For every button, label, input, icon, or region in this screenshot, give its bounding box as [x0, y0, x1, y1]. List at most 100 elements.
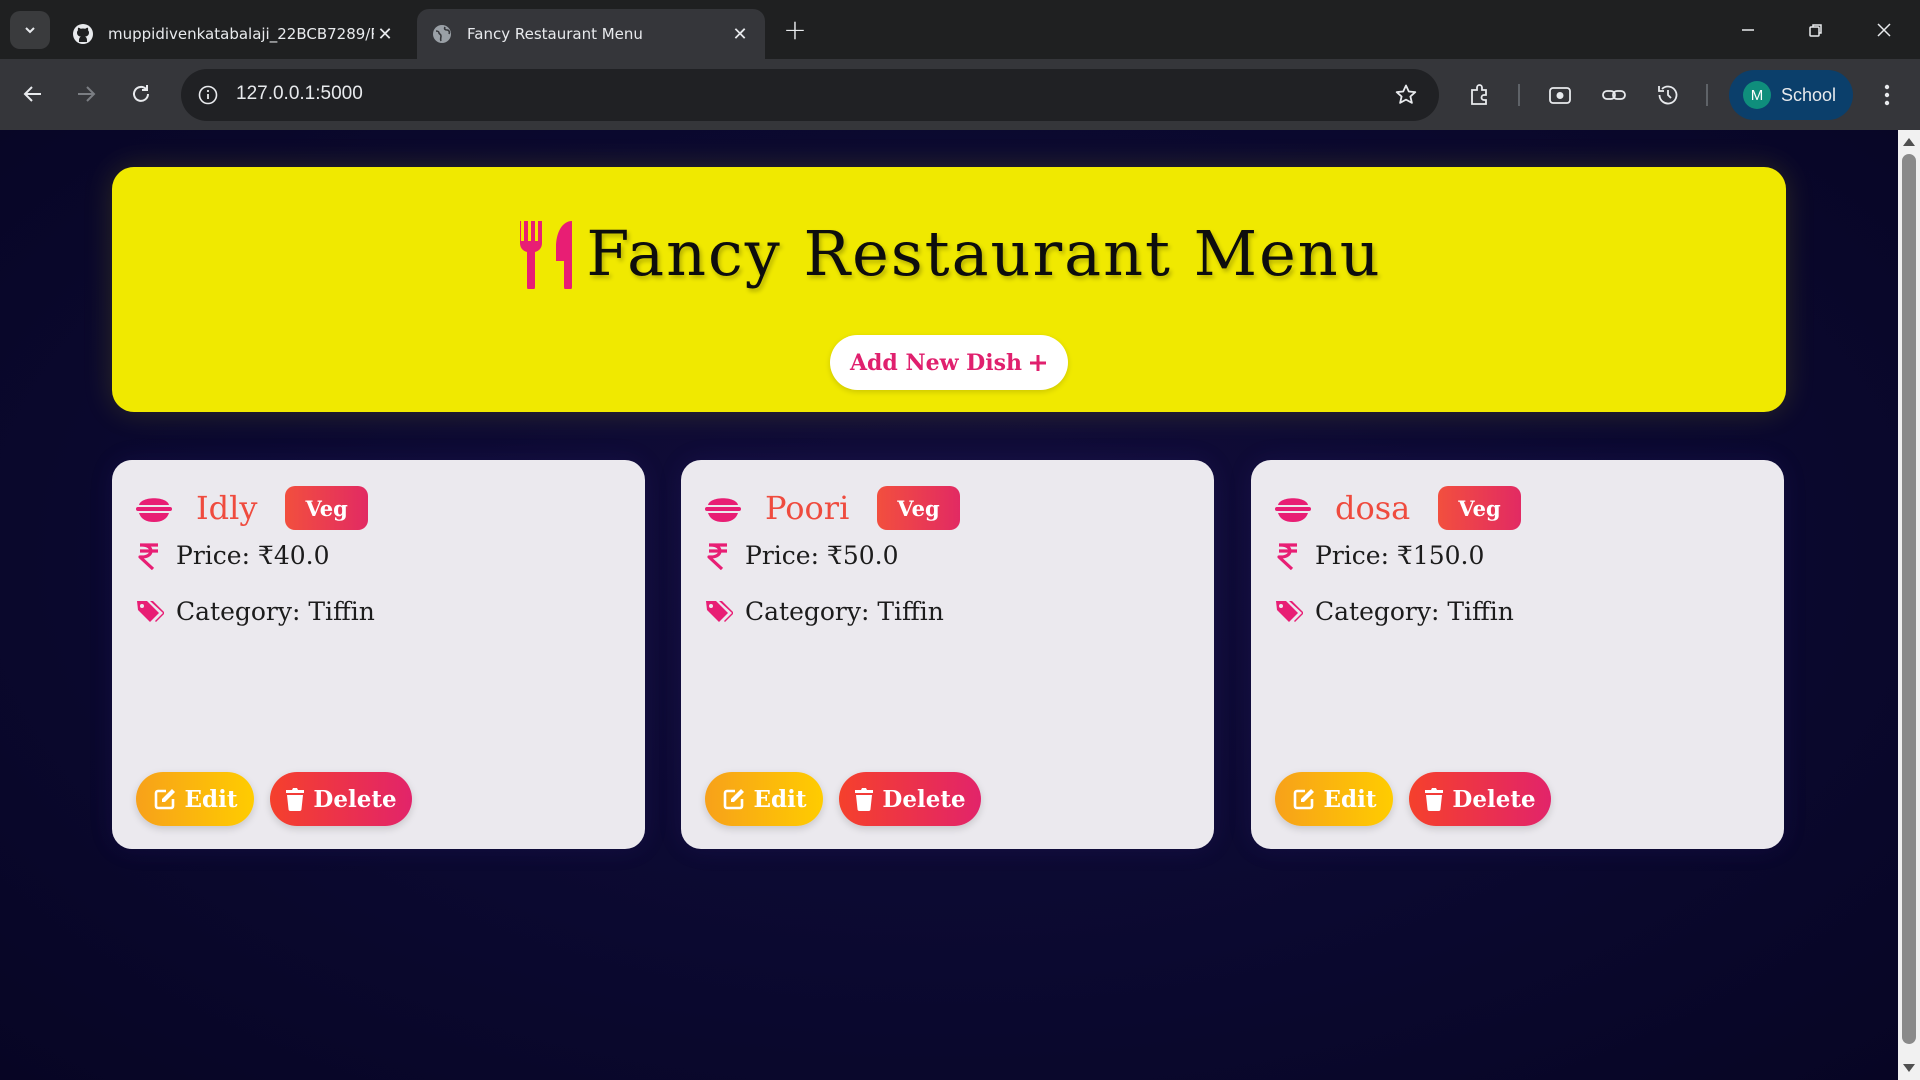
browser-toolbar: 127.0.0.1:5000 M School [0, 59, 1920, 130]
plus-icon [1030, 354, 1046, 371]
url-text: 127.0.0.1:5000 [236, 83, 363, 104]
header-banner: Fancy Restaurant Menu Add New Dish [112, 167, 1786, 412]
edit-button[interactable]: Edit [136, 772, 254, 826]
delete-button[interactable]: Delete [839, 772, 981, 826]
close-icon[interactable]: ✕ [729, 23, 751, 45]
avatar: M [1743, 81, 1771, 109]
site-info-icon[interactable] [195, 82, 221, 108]
dish-price: Price: ₹50.0 [745, 541, 899, 570]
veg-badge: Veg [285, 486, 368, 530]
rupee-icon [705, 542, 731, 570]
delete-button[interactable]: Delete [1409, 772, 1551, 826]
rupee-icon [1275, 542, 1301, 570]
forward-button[interactable] [68, 76, 104, 112]
add-new-dish-button[interactable]: Add New Dish [830, 335, 1068, 390]
arrow-right-icon [78, 86, 96, 102]
edit-label: Edit [753, 785, 807, 813]
kebab-menu-icon [1884, 84, 1890, 106]
veg-badge: Veg [1438, 486, 1521, 530]
delete-label: Delete [313, 785, 397, 813]
trash-icon [286, 788, 305, 811]
dish-card-header: Idly Veg [136, 486, 368, 530]
restore-button[interactable] [1782, 0, 1850, 59]
dish-category: Category: Tiffin [745, 597, 944, 626]
browser-tabstrip: muppidivenkatabalaji_22BCB7289/Pro ✕ Fan… [0, 0, 1920, 59]
restore-icon [1809, 23, 1822, 37]
tab-github[interactable]: muppidivenkatabalaji_22BCB7289/Pro ✕ [58, 9, 410, 59]
bowl-icon [1275, 498, 1311, 522]
tab-title: Fancy Restaurant Menu [467, 25, 643, 43]
dish-card: dosa Veg Price: ₹150.0 Category: Tiffin … [1251, 460, 1784, 849]
dish-price-row: Price: ₹40.0 [136, 541, 330, 570]
rupee-icon [136, 542, 162, 570]
delete-button[interactable]: Delete [270, 772, 412, 826]
scroll-up-arrow-icon[interactable] [1903, 138, 1915, 146]
tags-icon [136, 598, 164, 626]
screenshot-icon[interactable] [1546, 81, 1574, 109]
scroll-down-arrow-icon[interactable] [1903, 1064, 1915, 1072]
close-icon[interactable]: ✕ [374, 23, 396, 45]
dish-price: Price: ₹40.0 [176, 541, 330, 570]
github-icon [72, 23, 94, 45]
menu-button[interactable] [1872, 79, 1902, 111]
chevron-down-icon [25, 27, 35, 34]
delete-label: Delete [1452, 785, 1536, 813]
dish-price-row: Price: ₹50.0 [705, 541, 899, 570]
minimize-icon [1742, 28, 1754, 31]
profile-button[interactable]: M School [1729, 70, 1853, 120]
scrollbar-thumb[interactable] [1902, 154, 1916, 1044]
history-icon[interactable] [1654, 81, 1682, 109]
back-button[interactable] [15, 76, 51, 112]
trash-icon [1425, 788, 1444, 811]
edit-button[interactable]: Edit [1275, 772, 1393, 826]
toolbar-divider [1518, 84, 1520, 106]
close-icon [1877, 22, 1891, 37]
dish-card-header: dosa Veg [1275, 486, 1521, 530]
dish-price-row: Price: ₹150.0 [1275, 541, 1484, 570]
dish-category-row: Category: Tiffin [136, 597, 375, 626]
bowl-icon [136, 498, 172, 522]
utensils-icon [520, 220, 573, 289]
dish-card-header: Poori Veg [705, 486, 960, 530]
address-bar[interactable]: 127.0.0.1:5000 [181, 69, 1439, 121]
extensions-icon[interactable] [1466, 81, 1494, 109]
dish-price: Price: ₹150.0 [1315, 541, 1485, 570]
delete-label: Delete [882, 785, 966, 813]
new-tab-button[interactable]: + [780, 16, 810, 46]
dish-category: Category: Tiffin [176, 597, 375, 626]
minimize-button[interactable] [1714, 0, 1782, 59]
dish-card: Idly Veg Price: ₹40.0 Category: Tiffin E… [112, 460, 645, 849]
close-window-button[interactable] [1850, 0, 1918, 59]
reload-icon [133, 85, 149, 102]
page-title: Fancy Restaurant Menu [586, 217, 1382, 290]
tab-fancy-restaurant-menu[interactable]: Fancy Restaurant Menu ✕ [417, 9, 765, 59]
dish-category-row: Category: Tiffin [1275, 597, 1514, 626]
bowl-icon [705, 498, 741, 522]
tab-search-button[interactable] [10, 11, 50, 49]
vertical-scrollbar[interactable] [1898, 130, 1920, 1080]
edit-icon [1293, 789, 1314, 810]
bookmark-star-icon[interactable] [1393, 82, 1419, 108]
toolbar-divider [1706, 84, 1708, 106]
edit-icon [723, 789, 744, 810]
dish-name: dosa [1335, 489, 1411, 527]
page-viewport: Fancy Restaurant Menu Add New Dish Idly … [0, 130, 1898, 1080]
add-new-dish-label: Add New Dish [849, 349, 1022, 376]
link-icon[interactable] [1600, 81, 1628, 109]
arrow-left-icon [23, 86, 41, 102]
edit-icon [154, 789, 175, 810]
edit-label: Edit [1323, 785, 1377, 813]
profile-name: School [1781, 84, 1837, 105]
tags-icon [705, 598, 733, 626]
dish-category-row: Category: Tiffin [705, 597, 944, 626]
dish-card: Poori Veg Price: ₹50.0 Category: Tiffin … [681, 460, 1214, 849]
tab-title: muppidivenkatabalaji_22BCB7289/Pro [108, 25, 374, 43]
reload-button[interactable] [123, 76, 159, 112]
veg-badge: Veg [877, 486, 960, 530]
edit-button[interactable]: Edit [705, 772, 823, 826]
trash-icon [855, 788, 874, 811]
dish-name: Poori [765, 489, 850, 527]
dish-category: Category: Tiffin [1315, 597, 1514, 626]
globe-icon [431, 23, 453, 45]
dish-name: Idly [196, 489, 258, 527]
